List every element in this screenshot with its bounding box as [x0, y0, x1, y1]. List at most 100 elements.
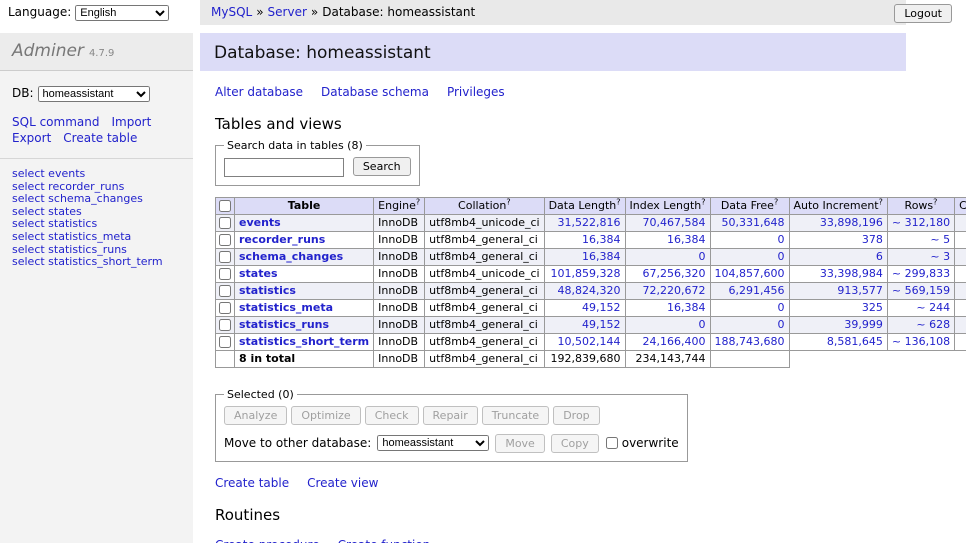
below-table-links-link[interactable]: Create view — [307, 476, 378, 490]
data-length-link[interactable]: 49,152 — [582, 318, 621, 331]
table-name-link[interactable]: statistics — [239, 284, 296, 297]
rows-link[interactable]: ~ 628 — [916, 318, 950, 331]
row-checkbox[interactable] — [219, 302, 231, 314]
column-help-link[interactable]: ? — [879, 197, 883, 206]
table-name-link[interactable]: statistics_short_term — [239, 335, 369, 348]
breadcrumb-link-mysql[interactable]: MySQL — [211, 5, 252, 19]
index-length-link[interactable]: 70,467,584 — [643, 216, 706, 229]
index-length-link[interactable]: 72,220,672 — [643, 284, 706, 297]
routines-links-link[interactable]: Create function — [338, 538, 431, 543]
db-select[interactable]: homeassistant — [38, 86, 150, 102]
overwrite-checkbox[interactable] — [606, 437, 618, 449]
logout-button[interactable]: Logout — [894, 4, 952, 23]
column-help-link[interactable]: ? — [774, 197, 778, 206]
index-length-link[interactable]: 16,384 — [667, 233, 706, 246]
main-links-link[interactable]: Privileges — [447, 85, 505, 99]
index-length-link[interactable]: 0 — [699, 250, 706, 263]
below-table-links-link[interactable]: Create table — [215, 476, 289, 490]
index-length-link[interactable]: 0 — [699, 318, 706, 331]
rows-link[interactable]: ~ 3 — [930, 250, 950, 263]
check-button[interactable]: Check — [365, 406, 419, 425]
sidebar-table-link[interactable]: select statistics_meta — [12, 231, 181, 244]
sidebar-table-link[interactable]: select statistics_short_term — [12, 256, 181, 269]
check-all-checkbox[interactable] — [219, 200, 231, 212]
sidebar-op-link[interactable]: Import — [111, 115, 151, 129]
repair-button[interactable]: Repair — [423, 406, 478, 425]
sidebar-table-link[interactable]: select schema_changes — [12, 193, 181, 206]
auto-increment-link[interactable]: 325 — [862, 301, 883, 314]
row-checkbox[interactable] — [219, 268, 231, 280]
row-checkbox[interactable] — [219, 336, 231, 348]
data-free-link[interactable]: 6,291,456 — [729, 284, 785, 297]
table-name-link[interactable]: events — [239, 216, 281, 229]
table-name-link[interactable]: statistics_meta — [239, 301, 333, 314]
analyze-button[interactable]: Analyze — [224, 406, 287, 425]
data-length-link[interactable]: 49,152 — [582, 301, 621, 314]
adminer-logo-link[interactable]: Adminer — [12, 41, 84, 61]
move-db-select[interactable]: homeassistant — [377, 435, 489, 451]
rows-link[interactable]: ~ 299,833 — [892, 267, 950, 280]
move-button[interactable]: Move — [495, 434, 545, 453]
data-free-link[interactable]: 0 — [778, 250, 785, 263]
data-free-link[interactable]: 50,331,648 — [722, 216, 785, 229]
auto-increment-link[interactable]: 913,577 — [837, 284, 883, 297]
data-length-link[interactable]: 10,502,144 — [558, 335, 621, 348]
data-free-link[interactable]: 0 — [778, 233, 785, 246]
data-length-link[interactable]: 16,384 — [582, 250, 621, 263]
data-free-link[interactable]: 0 — [778, 301, 785, 314]
auto-increment-link[interactable]: 33,898,196 — [820, 216, 883, 229]
row-checkbox[interactable] — [219, 234, 231, 246]
sidebar-table-link[interactable]: select events — [12, 168, 181, 181]
data-length-link[interactable]: 31,522,816 — [558, 216, 621, 229]
index-length-link[interactable]: 67,256,320 — [643, 267, 706, 280]
data-free-link[interactable]: 0 — [778, 318, 785, 331]
search-button[interactable]: Search — [353, 157, 411, 176]
data-length-link[interactable]: 101,859,328 — [551, 267, 621, 280]
language-select[interactable]: English — [75, 5, 169, 21]
rows-link[interactable]: ~ 312,180 — [892, 216, 950, 229]
auto-increment-link[interactable]: 8,581,645 — [827, 335, 883, 348]
auto-increment-link[interactable]: 6 — [876, 250, 883, 263]
rows-link[interactable]: ~ 569,159 — [892, 284, 950, 297]
auto-increment-cell: 33,898,196 — [789, 214, 887, 231]
index-length-link[interactable]: 16,384 — [667, 301, 706, 314]
main-links-link[interactable]: Database schema — [321, 85, 429, 99]
data-length-link[interactable]: 16,384 — [582, 233, 621, 246]
table-name-link[interactable]: states — [239, 267, 278, 280]
auto-increment-link[interactable]: 39,999 — [844, 318, 883, 331]
sidebar-op-link[interactable]: Create table — [63, 131, 137, 145]
table-row: statistics_runsInnoDButf8mb4_general_ci4… — [216, 316, 966, 333]
row-checkbox[interactable] — [219, 217, 231, 229]
copy-button[interactable]: Copy — [551, 434, 599, 453]
main-links-link[interactable]: Alter database — [215, 85, 303, 99]
optimize-button[interactable]: Optimize — [291, 406, 360, 425]
rows-link[interactable]: ~ 244 — [916, 301, 950, 314]
auto-increment-link[interactable]: 378 — [862, 233, 883, 246]
search-input[interactable] — [224, 158, 344, 177]
column-help-link[interactable]: ? — [701, 197, 705, 206]
truncate-button[interactable]: Truncate — [482, 406, 549, 425]
rows-link[interactable]: ~ 5 — [930, 233, 950, 246]
sidebar-op-link[interactable]: Export — [12, 131, 51, 145]
row-checkbox[interactable] — [219, 319, 231, 331]
data-length-link[interactable]: 48,824,320 — [558, 284, 621, 297]
index-length-link[interactable]: 24,166,400 — [643, 335, 706, 348]
column-help-link[interactable]: ? — [933, 197, 937, 206]
column-help-link[interactable]: ? — [416, 197, 420, 206]
column-help-link[interactable]: ? — [506, 197, 510, 206]
column-help-link[interactable]: ? — [616, 197, 620, 206]
breadcrumb-link-server[interactable]: Server — [268, 5, 307, 19]
table-name-link[interactable]: schema_changes — [239, 250, 343, 263]
row-checkbox[interactable] — [219, 285, 231, 297]
data-free-link[interactable]: 188,743,680 — [715, 335, 785, 348]
routines-links-link[interactable]: Create procedure — [215, 538, 320, 543]
data-free-link[interactable]: 104,857,600 — [715, 267, 785, 280]
table-name-link[interactable]: statistics_runs — [239, 318, 329, 331]
auto-increment-link[interactable]: 33,398,984 — [820, 267, 883, 280]
rows-link[interactable]: ~ 136,108 — [892, 335, 950, 348]
sidebar-op-link[interactable]: SQL command — [12, 115, 99, 129]
drop-button[interactable]: Drop — [553, 406, 599, 425]
table-name-link[interactable]: recorder_runs — [239, 233, 325, 246]
data-length-cell: 10,502,144 — [544, 333, 625, 350]
row-checkbox[interactable] — [219, 251, 231, 263]
